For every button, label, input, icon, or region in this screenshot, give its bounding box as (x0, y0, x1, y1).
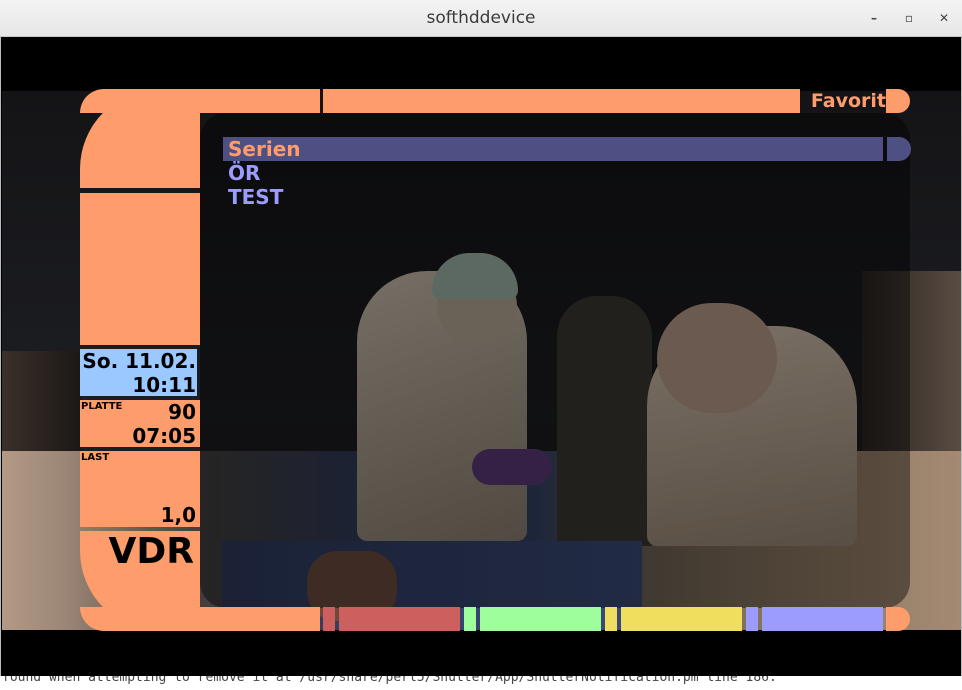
menu-item-test[interactable]: TEST (228, 185, 283, 209)
osd-time: 10:11 (132, 373, 196, 397)
osd-brand-logo: VDR (108, 531, 194, 572)
terminal-strip: found when attempting to remove it at /u… (0, 676, 962, 690)
window-title: softhddevice (426, 8, 536, 28)
red-key-marker (323, 607, 335, 631)
maximize-button[interactable]: ▫ (899, 8, 919, 28)
yellow-key-marker (605, 607, 617, 631)
terminal-output: found when attempting to remove it at /u… (2, 676, 777, 685)
video-wall-left (2, 351, 82, 451)
menu-item-or[interactable]: ÖR (228, 161, 260, 185)
osd-frame-bottom (80, 607, 320, 631)
blue-key-button[interactable] (762, 607, 883, 631)
osd-load-label: LAST (81, 452, 110, 463)
osd-disk-percent: 90 (168, 400, 196, 424)
menu-selection-bar (223, 137, 883, 161)
osd-menu-panel (200, 113, 910, 608)
osd-load-value: 1,0 (160, 503, 196, 527)
menu-item-serien[interactable]: Serien (228, 137, 301, 161)
minimize-button[interactable]: – (864, 8, 884, 28)
osd-frame-top (80, 89, 320, 113)
osd-header-title: Favorit (810, 90, 886, 112)
osd-frame-top-cap (886, 89, 910, 113)
red-key-button[interactable] (339, 607, 460, 631)
osd-frame-bottom-cap (886, 607, 910, 631)
green-key-marker (464, 607, 476, 631)
osd-disk-time: 07:05 (132, 424, 196, 448)
osd-date: So. 11.02. (82, 349, 196, 373)
blue-key-marker (746, 607, 758, 631)
close-button[interactable]: ✕ (934, 8, 954, 28)
osd-frame-top-bar (323, 89, 800, 113)
menu-selection-cap (887, 137, 911, 161)
osd-frame-side (80, 193, 200, 345)
green-key-button[interactable] (480, 607, 601, 631)
yellow-key-button[interactable] (621, 607, 742, 631)
